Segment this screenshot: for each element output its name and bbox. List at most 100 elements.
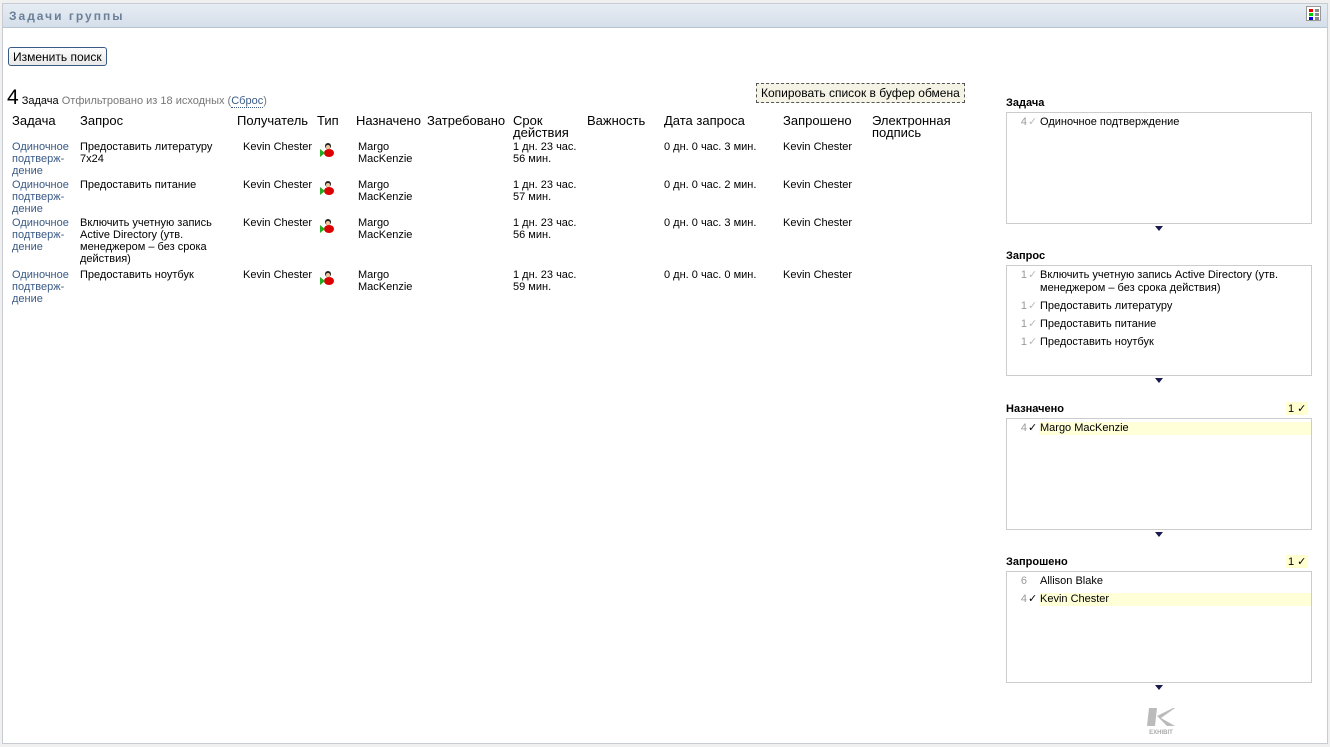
- checkmark-icon[interactable]: ✓: [1028, 269, 1037, 282]
- edit-search-button[interactable]: Изменить поиск: [8, 47, 107, 66]
- column-header-expires[interactable]: Срок действия: [513, 114, 573, 139]
- cell-request: Предоставить ноутбук: [80, 269, 194, 281]
- facet-item-label: Предоставить ноутбук: [1040, 336, 1154, 348]
- cell-requested-by: Kevin Chester: [783, 217, 853, 229]
- facet-clear-selection[interactable]: 1 ✓: [1286, 402, 1309, 415]
- result-unit: Задача: [21, 95, 59, 107]
- checkmark-icon[interactable]: ✓: [1028, 116, 1037, 129]
- cell-recipient: Kevin Chester: [243, 179, 313, 191]
- checkmark-icon[interactable]: ✓: [1028, 422, 1037, 435]
- facet-item-count: 4: [1020, 116, 1027, 128]
- group-tasks-panel: Задачи группы Изменить поиск 4 Задача От…: [2, 3, 1328, 744]
- facet-title-request: Запрос: [1006, 250, 1046, 262]
- column-header-signature[interactable]: Электронная подпись: [872, 114, 967, 139]
- approval-user-icon: [320, 219, 334, 233]
- cell-task[interactable]: Одиночное подтверж-дение: [12, 179, 76, 215]
- facet-item[interactable]: 1 ✓ Предоставить ноутбук: [1007, 335, 1311, 353]
- cell-requested-by: Kevin Chester: [783, 179, 853, 191]
- facet-item-label: Предоставить литературу: [1040, 300, 1173, 312]
- column-header-type[interactable]: Тип: [317, 114, 339, 127]
- facet-item[interactable]: 1 ✓ Предоставить литературу: [1007, 299, 1311, 317]
- facet-item[interactable]: 1 ✓ Предоставить питание: [1007, 317, 1311, 335]
- facet-title-requested-by: Запрошено: [1006, 556, 1068, 568]
- copy-to-clipboard-button[interactable]: Копировать список в буфер обмена: [756, 83, 965, 103]
- column-header-requested-date[interactable]: Дата запроса: [664, 114, 745, 127]
- facet-title-assigned: Назначено: [1006, 403, 1065, 415]
- filter-note: Отфильтровано из 18 исходных (Сброс): [62, 95, 267, 108]
- facet-list-request: 1 ✓ Включить учетную запись Active Directo…: [1006, 265, 1312, 376]
- facet-list-task: 4 ✓ Одиночное подтверждение: [1006, 112, 1312, 224]
- facet-item-label: Одиночное подтверждение: [1040, 116, 1180, 128]
- approval-user-icon: [320, 181, 334, 195]
- facet-item-count: 1: [1020, 318, 1027, 330]
- cell-requested-by: Kevin Chester: [783, 269, 853, 281]
- column-header-task[interactable]: Задача: [12, 114, 56, 127]
- facet-title-task: Задача: [1006, 97, 1045, 109]
- cell-requested-date: 0 дн. 0 час. 3 мин.: [664, 141, 757, 153]
- cell-expires: 1 дн. 23 час. 59 мин.: [513, 269, 577, 293]
- result-count: 4: [7, 86, 19, 109]
- facet-item-count: 1: [1020, 336, 1027, 348]
- cell-requested-date: 0 дн. 0 час. 0 мин.: [664, 269, 757, 281]
- cell-task[interactable]: Одиночное подтверж-дение: [12, 217, 76, 253]
- facet-list-requested-by: 6 Allison Blake 4 ✓ Kevin Chester: [1006, 571, 1312, 683]
- cell-request: Предоставить питание: [80, 179, 197, 191]
- cell-request: Предоставить литературу 7x24: [80, 141, 213, 165]
- column-header-requested-by[interactable]: Запрошено: [783, 114, 852, 127]
- approval-user-icon: [320, 143, 334, 157]
- column-header-priority[interactable]: Важность: [587, 114, 645, 127]
- facet-item[interactable]: 6 Allison Blake: [1007, 572, 1311, 592]
- facet-item-count: 4: [1020, 593, 1027, 605]
- cell-expires: 1 дн. 23 час. 56 мин.: [513, 141, 577, 165]
- cell-expires: 1 дн. 23 час. 57 мин.: [513, 179, 577, 203]
- facet-list-assigned: 4 ✓ Margo MacKenzie: [1006, 418, 1312, 530]
- result-summary: 4 Задача Отфильтровано из 18 исходных (С…: [7, 86, 267, 110]
- cell-expires: 1 дн. 23 час. 56 мин.: [513, 217, 577, 241]
- facet-expand-arrow-icon[interactable]: [1155, 685, 1163, 690]
- cell-requested-date: 0 дн. 0 час. 3 мин.: [664, 217, 757, 229]
- panel-title: Задачи группы: [9, 9, 125, 23]
- reset-link[interactable]: Сброс: [231, 95, 264, 108]
- facet-item-count: 1: [1020, 300, 1027, 312]
- facet-item-count: 1: [1020, 269, 1027, 281]
- checkmark-icon[interactable]: ✓: [1028, 336, 1037, 349]
- cell-requested-date: 0 дн. 0 час. 2 мин.: [664, 179, 757, 191]
- cell-assigned: Margo MacKenzie: [358, 217, 413, 241]
- facet-item-label: Включить учетную запись Active Directory…: [1040, 269, 1279, 294]
- column-header-recipient[interactable]: Получатель: [237, 114, 308, 127]
- cell-request: Включить учетную запись Active Directory…: [80, 217, 212, 265]
- cell-assigned: Margo MacKenzie: [358, 269, 413, 293]
- facet-item[interactable]: 4 ✓ Margo MacKenzie: [1007, 419, 1311, 439]
- facet-item-label: Allison Blake: [1040, 575, 1103, 587]
- facet-expand-arrow-icon[interactable]: [1155, 378, 1163, 383]
- cell-recipient: Kevin Chester: [243, 269, 313, 281]
- checkmark-icon[interactable]: ✓: [1028, 318, 1037, 331]
- panel-header: Задачи группы: [3, 4, 1327, 28]
- cell-requested-by: Kevin Chester: [783, 141, 853, 153]
- checkmark-icon[interactable]: ✓: [1028, 593, 1037, 606]
- facet-clear-selection[interactable]: 1 ✓: [1286, 555, 1309, 568]
- cell-recipient: Kevin Chester: [243, 217, 313, 229]
- facet-item-count: 4: [1020, 422, 1027, 434]
- cell-assigned: Margo MacKenzie: [358, 179, 413, 203]
- approval-user-icon: [320, 271, 334, 285]
- facet-item-label: Предоставить питание: [1040, 318, 1157, 330]
- cell-task[interactable]: Одиночное подтверж-дение: [12, 141, 76, 177]
- facet-expand-arrow-icon[interactable]: [1155, 532, 1163, 537]
- filter-close: ): [263, 95, 267, 107]
- facet-item[interactable]: 4 ✓ Одиночное подтверждение: [1007, 113, 1311, 133]
- cell-task[interactable]: Одиночное подтверж-дение: [12, 269, 76, 305]
- cell-assigned: Margo MacKenzie: [358, 141, 413, 165]
- facet-item[interactable]: 1 ✓ Включить учетную запись Active Directo…: [1007, 266, 1311, 299]
- exhibit-logo: EXHIBIT: [1143, 706, 1179, 736]
- facet-item-count: 6: [1020, 575, 1027, 587]
- column-header-assigned[interactable]: Назначено: [356, 114, 421, 127]
- filter-text: Отфильтровано из 18 исходных (: [61, 95, 232, 107]
- facet-item[interactable]: 4 ✓ Kevin Chester: [1007, 592, 1311, 610]
- column-header-request[interactable]: Запрос: [80, 114, 123, 127]
- facet-expand-arrow-icon[interactable]: [1155, 226, 1163, 231]
- checkmark-icon[interactable]: ✓: [1028, 300, 1037, 313]
- view-options-icon[interactable]: [1306, 6, 1321, 21]
- column-header-claimed[interactable]: Затребовано: [427, 114, 505, 127]
- facet-item-label: Margo MacKenzie: [1039, 422, 1311, 435]
